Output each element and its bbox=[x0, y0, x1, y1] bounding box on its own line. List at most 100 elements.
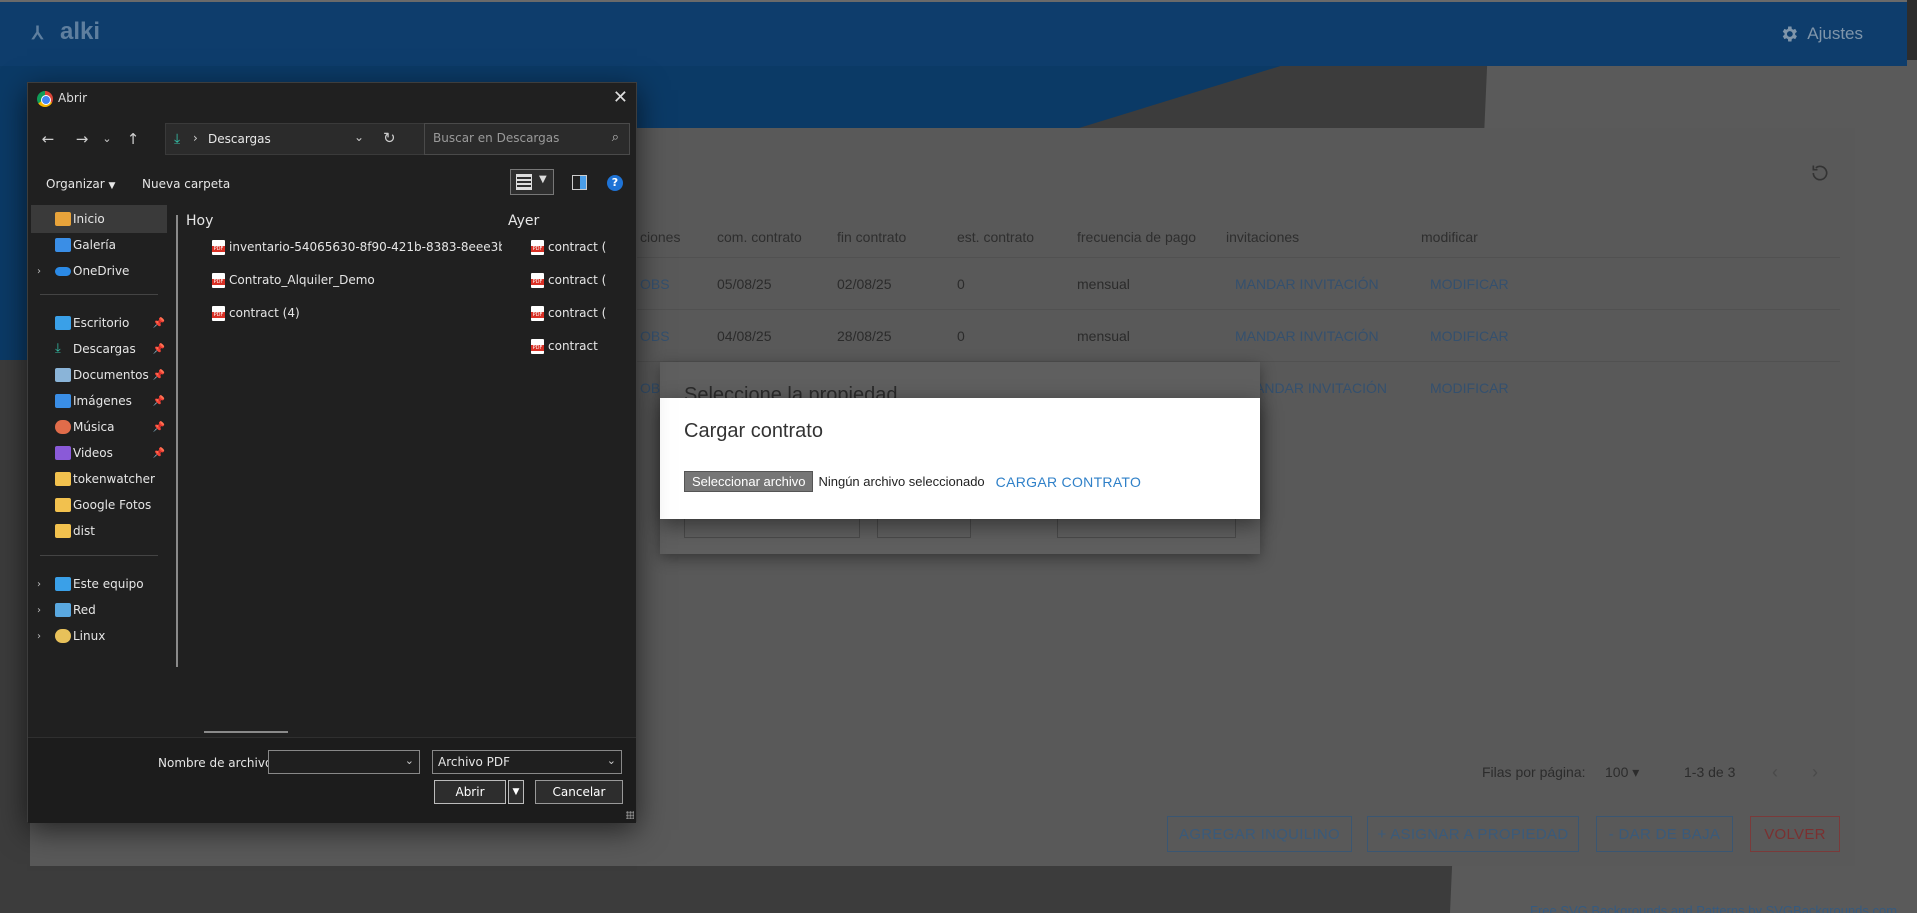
close-icon[interactable]: ✕ bbox=[613, 87, 628, 108]
deregister-button[interactable]: - DAR DE BAJA bbox=[1596, 816, 1733, 852]
sidebar-item-imagenes[interactable]: Imágenes 📌 bbox=[31, 387, 167, 415]
file-open-dialog: Abrir ✕ ← → ⌄ ↑ ⤓ › Descargas ⌄ ↻ ⌕ Orga… bbox=[27, 82, 637, 823]
pdf-file-icon bbox=[212, 239, 225, 255]
payment-frequency: mensual bbox=[1077, 328, 1130, 344]
pin-icon[interactable]: 📌 bbox=[153, 422, 165, 433]
chevron-down-icon[interactable]: ⌄ bbox=[354, 130, 364, 144]
sidebar-item-google-fotos[interactable]: Google Fotos bbox=[31, 491, 167, 519]
breadcrumb[interactable]: Descargas bbox=[208, 132, 271, 146]
file-item[interactable]: contract (2) bbox=[531, 268, 606, 292]
rows-per-page-select[interactable]: 100 ▾ bbox=[1605, 764, 1639, 781]
obs-link[interactable]: OBS bbox=[640, 328, 670, 344]
cancel-button[interactable]: Cancelar bbox=[535, 780, 623, 804]
sidebar-item-dist[interactable]: dist bbox=[31, 517, 167, 545]
pin-icon[interactable]: 📌 bbox=[153, 448, 165, 459]
obs-link[interactable]: OBS bbox=[640, 276, 670, 292]
next-page-icon[interactable]: › bbox=[1812, 762, 1818, 783]
expand-icon[interactable]: › bbox=[37, 266, 41, 277]
expand-icon[interactable]: › bbox=[37, 631, 41, 642]
divider bbox=[40, 294, 158, 295]
column-header-start: com. contrato bbox=[717, 229, 802, 245]
open-button[interactable]: Abrir bbox=[434, 780, 506, 804]
app-logo[interactable]: ⅄ alki bbox=[32, 18, 100, 46]
pin-icon[interactable]: 📌 bbox=[153, 318, 165, 329]
filename-label: Nombre de archivo: bbox=[158, 756, 277, 770]
filetype-select[interactable]: Archivo PDF ⌄ bbox=[432, 750, 622, 774]
search-input[interactable] bbox=[433, 131, 593, 145]
pdf-file-icon bbox=[531, 305, 544, 321]
column-header-observaciones: ciones bbox=[640, 229, 681, 245]
pin-icon[interactable]: 📌 bbox=[153, 370, 165, 381]
modify-button[interactable]: MODIFICAR bbox=[1430, 380, 1509, 396]
preview-pane-icon[interactable] bbox=[572, 175, 587, 190]
refresh-icon[interactable]: ↻ bbox=[383, 129, 396, 147]
sidebar-item-red[interactable]: › Red bbox=[31, 596, 167, 624]
filename-input[interactable]: ⌄ bbox=[268, 750, 420, 774]
folder-icon bbox=[55, 498, 71, 512]
open-options-dropdown[interactable]: ▼ bbox=[508, 780, 524, 804]
resize-grip-icon[interactable] bbox=[626, 811, 634, 819]
gear-icon bbox=[1783, 26, 1798, 42]
sidebar-item-documentos[interactable]: Documentos 📌 bbox=[31, 361, 167, 389]
svg-credit-link[interactable]: Free SVG Backgrounds and Patterns by SVG… bbox=[1530, 903, 1897, 913]
sidebar-item-descargas[interactable]: ⤓ Descargas 📌 bbox=[31, 335, 167, 363]
upload-contract-link[interactable]: CARGAR CONTRATO bbox=[996, 474, 1142, 490]
sidebar-scrollbar[interactable] bbox=[176, 215, 178, 667]
divider bbox=[40, 555, 158, 556]
back-arrow-icon[interactable]: ← bbox=[38, 129, 58, 149]
modify-button[interactable]: MODIFICAR bbox=[1430, 328, 1509, 344]
back-button[interactable]: VOLVER bbox=[1750, 816, 1840, 852]
sidebar-item-inicio[interactable]: Inicio bbox=[31, 205, 167, 233]
forward-arrow-icon[interactable]: → bbox=[72, 129, 92, 149]
image-icon bbox=[55, 394, 71, 408]
file-item[interactable]: contract bbox=[531, 334, 606, 358]
file-item[interactable]: contract (4) bbox=[212, 301, 502, 325]
sidebar-item-musica[interactable]: Música 📌 bbox=[31, 413, 167, 441]
horizontal-scrollbar[interactable] bbox=[204, 731, 288, 733]
computer-icon bbox=[55, 577, 71, 591]
select-file-button[interactable]: Seleccionar archivo bbox=[684, 471, 814, 492]
expand-icon[interactable]: › bbox=[37, 605, 41, 616]
pin-icon[interactable]: 📌 bbox=[153, 396, 165, 407]
send-invitation-button[interactable]: ANDAR INVITACIÓN bbox=[1255, 380, 1387, 396]
file-item[interactable]: contract (3) bbox=[531, 235, 606, 259]
start-date: 04/08/25 bbox=[717, 328, 772, 344]
modify-button[interactable]: MODIFICAR bbox=[1430, 276, 1509, 292]
sidebar-item-galeria[interactable]: Galería bbox=[31, 231, 167, 259]
sidebar-item-escritorio[interactable]: Escritorio 📌 bbox=[31, 309, 167, 337]
add-tenant-button[interactable]: AGREGAR INQUILINO bbox=[1167, 816, 1352, 852]
view-mode-button[interactable]: ▼ bbox=[510, 169, 554, 195]
up-arrow-icon[interactable]: ↑ bbox=[123, 129, 143, 149]
sidebar-item-onedrive[interactable]: › OneDrive bbox=[31, 257, 167, 285]
details-view-icon bbox=[516, 174, 532, 190]
organize-menu[interactable]: Organizar ▼ bbox=[46, 177, 115, 191]
network-icon bbox=[55, 603, 71, 617]
send-invitation-button[interactable]: MANDAR INVITACIÓN bbox=[1235, 328, 1379, 344]
pin-icon[interactable]: 📌 bbox=[153, 344, 165, 355]
sidebar-item-tokenwatcher[interactable]: tokenwatcher bbox=[31, 465, 167, 493]
file-item[interactable]: contract (1) bbox=[531, 301, 606, 325]
sidebar-item-videos[interactable]: Videos 📌 bbox=[31, 439, 167, 467]
sidebar-item-linux[interactable]: › Linux bbox=[31, 622, 167, 650]
recent-locations-icon[interactable]: ⌄ bbox=[97, 129, 117, 149]
assign-property-button[interactable]: + ASIGNAR A PROPIEDAD bbox=[1367, 816, 1579, 852]
sidebar-item-este-equipo[interactable]: › Este equipo bbox=[31, 570, 167, 598]
file-item[interactable]: inventario-54065630-8f90-421b-8383-8eee3… bbox=[212, 235, 502, 259]
prev-page-icon[interactable]: ‹ bbox=[1772, 762, 1778, 783]
obs-link[interactable]: OB bbox=[640, 380, 660, 396]
send-invitation-button[interactable]: MANDAR INVITACIÓN bbox=[1235, 276, 1379, 292]
chevron-down-icon[interactable]: ⌄ bbox=[405, 754, 414, 767]
top-app-bar: ⅄ alki Ajustes bbox=[0, 0, 1907, 66]
settings-button[interactable]: Ajustes bbox=[1779, 24, 1863, 44]
pdf-file-icon bbox=[212, 272, 225, 288]
refresh-icon[interactable] bbox=[1810, 163, 1830, 183]
file-item[interactable]: Contrato_Alquiler_Demo bbox=[212, 268, 502, 292]
help-icon[interactable]: ? bbox=[607, 175, 623, 191]
address-bar[interactable]: ⤓ › Descargas ⌄ ↻ bbox=[165, 123, 439, 155]
expand-icon[interactable]: › bbox=[37, 579, 41, 590]
video-icon bbox=[55, 446, 71, 460]
new-folder-button[interactable]: Nueva carpeta bbox=[142, 177, 230, 191]
upload-contract-dialog: Cargar contrato Seleccionar archivo Ning… bbox=[660, 398, 1260, 519]
chevron-down-icon: ▾ bbox=[1632, 764, 1640, 780]
folder-icon bbox=[55, 524, 71, 538]
